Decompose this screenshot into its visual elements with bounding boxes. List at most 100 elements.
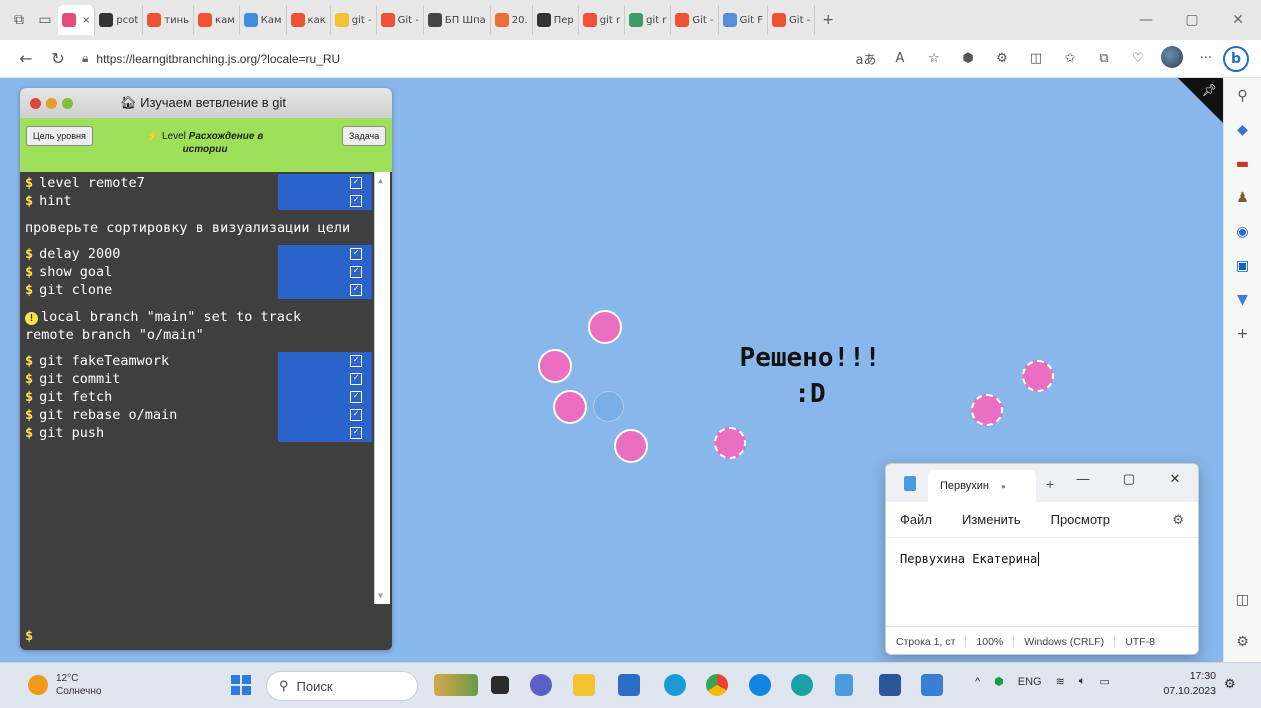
pin-icon: 📌︎ [1201,83,1217,97]
browser-tab[interactable]: git r [579,5,626,35]
store-icon[interactable] [618,674,640,696]
tab-label: git r [599,14,621,26]
battery-icon[interactable]: ▭ [1099,675,1109,688]
skype-icon[interactable] [749,674,771,696]
notepad-maximize-button[interactable]: ▢ [1106,464,1152,494]
goal-button[interactable]: Цель уровня [26,126,93,146]
language-indicator[interactable]: ENG [1018,676,1042,688]
notifications-icon[interactable]: ⚙ [1224,677,1236,692]
sidebar-settings-icon[interactable]: ⚙ [1233,632,1253,652]
notepad-minimize-button[interactable]: — [1060,464,1106,494]
menu-edit[interactable]: Изменить [962,512,1021,527]
corner-pin[interactable]: 📌︎ [1178,78,1223,123]
defender-icon[interactable]: ⬢ [994,675,1004,688]
browser-tab[interactable]: как [287,5,331,35]
minimize-dot-icon[interactable] [46,97,57,109]
scroll-down-icon[interactable]: ▼ [378,591,383,600]
performance-icon[interactable]: ♡ [1121,51,1155,66]
task-view-icon[interactable] [491,676,509,694]
photos-icon[interactable] [921,674,943,696]
more-menu-icon[interactable]: ··· [1189,51,1223,66]
word-icon[interactable] [879,674,901,696]
commit-node-ghost [593,391,624,422]
browser-tab[interactable]: git - [331,5,377,35]
close-dot-icon[interactable] [30,97,41,109]
maximize-button[interactable]: ▢ [1169,12,1215,28]
menu-view[interactable]: Просмотр [1051,512,1110,527]
volume-icon[interactable]: 🔈︎ [1079,675,1086,688]
extensions-icon[interactable]: ⚙ [985,51,1019,66]
notepad-tab[interactable]: Первухин ● [928,470,1036,502]
windows-start-icon[interactable] [231,675,251,695]
browser-tab[interactable]: БП Шпа [424,5,491,35]
file-explorer-icon[interactable] [573,674,595,696]
chat-icon[interactable] [530,674,552,696]
task-button[interactable]: Задача [342,126,387,146]
workspaces-icon[interactable]: ⧉ [6,7,32,33]
browser-tab[interactable]: 20. [491,5,533,35]
chrome-icon[interactable] [706,674,728,696]
command-text: git clone [39,282,113,298]
settings-gear-icon[interactable]: ⚙ [1172,512,1184,528]
browser-tab[interactable]: × [58,5,96,35]
collections-icon[interactable]: ⧉ [1087,51,1121,66]
extension-shield-icon[interactable]: ⬢ [951,51,985,66]
notepad-text-area[interactable]: Первухина Екатерина [886,538,1198,626]
status-encoding: UTF-8 [1125,635,1155,648]
translate-icon[interactable]: aあ [849,49,883,68]
taskbar-search[interactable]: ⚲ Поиск [266,671,418,701]
close-window-button[interactable]: ✕ [1215,12,1261,28]
new-tab-button[interactable]: + [815,7,841,33]
weather-widget[interactable]: 12°C Солнечно [28,672,101,698]
browser-tab[interactable]: кам [194,5,240,35]
notepad-new-tab-button[interactable]: + [1046,476,1054,492]
maximize-dot-icon[interactable] [62,97,73,109]
command-prompt[interactable]: $ [25,628,33,644]
scroll-up-icon[interactable]: ▲ [378,176,383,185]
tools-briefcase-icon[interactable]: ▬ [1233,154,1253,174]
favorite-star-icon[interactable]: ☆ [917,51,951,66]
profile-avatar[interactable] [1155,45,1189,72]
shopping-tag-icon[interactable]: ◆ [1233,120,1253,140]
browser-tab[interactable]: Git F [719,5,769,35]
browser-tab[interactable]: pcot [95,5,144,35]
notepad-taskbar-icon[interactable] [835,674,853,696]
back-icon[interactable]: ← [10,49,42,68]
favorites-icon[interactable]: ✩ [1053,51,1087,66]
browser-tab[interactable]: Кам [240,5,287,35]
tab-actions-icon[interactable]: ▭ [32,7,58,33]
read-aloud-icon[interactable]: A [883,51,917,66]
search-icon[interactable]: ⚲ [1233,86,1253,106]
outlook-icon[interactable]: ▣ [1233,256,1253,276]
terminal[interactable]: $ level remote7 ✓ $ hint ✓ проверьте сортировк… [20,172,392,650]
browser-tab[interactable]: Git - [768,5,816,35]
bing-copilot-button[interactable]: b [1223,45,1257,72]
terminal-scrollbar[interactable]: ▲ ▼ [374,172,390,604]
edge-dev-icon[interactable] [791,674,813,696]
add-sidebar-app-icon[interactable]: + [1233,324,1253,344]
minimize-button[interactable]: — [1123,12,1169,28]
browser-tab[interactable]: Git - [671,5,719,35]
notepad-close-button[interactable]: ✕ [1152,464,1198,494]
office-icon[interactable]: ◉ [1233,222,1253,242]
games-icon[interactable]: ♟ [1233,188,1253,208]
tray-expand-icon[interactable]: ^ [975,676,980,688]
edge-icon[interactable] [664,674,686,696]
refresh-icon[interactable]: ↻ [42,49,74,68]
browser-tab[interactable]: Пер [533,5,579,35]
hide-sidebar-icon[interactable]: ◫ [1233,590,1253,610]
wifi-icon[interactable]: ≋ [1056,675,1065,688]
taskbar-clock[interactable]: 17:30 07.10.2023 [1154,669,1216,699]
url-field[interactable]: 🔒︎ https://learngitbranching.js.org/?loc… [82,51,340,66]
news-app-icon[interactable] [434,674,478,696]
menu-file[interactable]: Файл [900,512,932,527]
browser-tab[interactable]: тинь [143,5,195,35]
split-screen-icon[interactable]: ◫ [1019,51,1053,66]
site-info-icon[interactable]: 🔒︎ [82,51,88,66]
browser-tab[interactable]: Git - [377,5,424,35]
tab-close-icon[interactable]: × [82,15,90,26]
browser-tab[interactable]: git r [625,5,672,35]
notepad-app-icon [904,476,916,491]
command-line: $ git fakeTeamwork [25,352,169,370]
drop-icon[interactable]: ▼ [1233,290,1253,310]
